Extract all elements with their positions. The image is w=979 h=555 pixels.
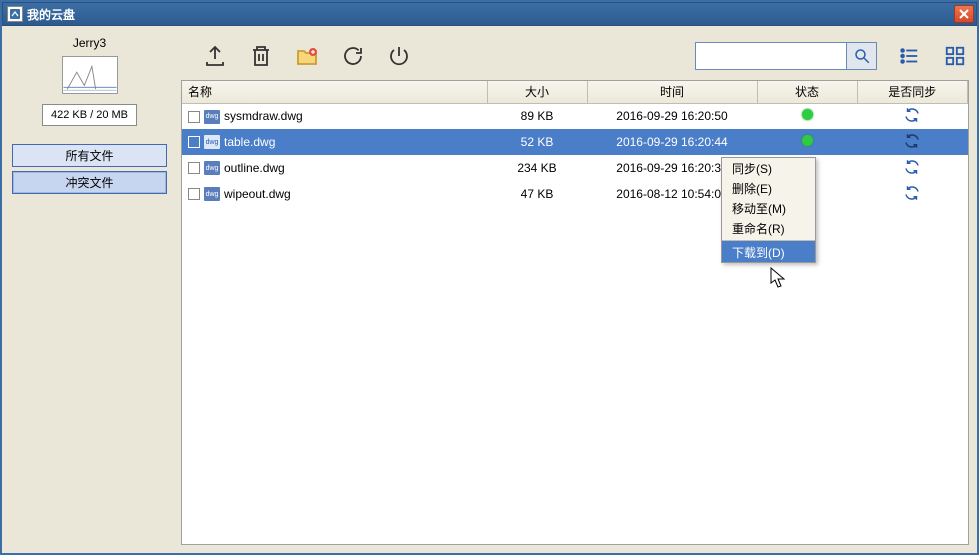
toolbar [181, 32, 969, 80]
file-name: outline.dwg [224, 161, 285, 175]
sidebar: Jerry3 422 KB / 20 MB 所有文件 冲突文件 [2, 26, 177, 553]
file-size: 234 KB [487, 155, 587, 181]
sidebar-btn-label: 冲突文件 [65, 174, 113, 191]
grid-view-icon[interactable] [941, 42, 969, 70]
new-folder-icon[interactable] [293, 42, 321, 70]
table-row[interactable]: dwg sysmdraw.dwg 89 KB2016-09-29 16:20:50 [182, 103, 968, 129]
table-row[interactable]: dwg table.dwg 52 KB2016-09-29 16:20:44 [182, 129, 968, 155]
row-checkbox[interactable] [188, 136, 200, 148]
storage-label: 422 KB / 20 MB [42, 104, 137, 126]
sync-cell[interactable] [857, 103, 968, 129]
col-time[interactable]: 时间 [587, 81, 757, 103]
sidebar-btn-label: 所有文件 [65, 147, 113, 164]
file-name: wipeout.dwg [224, 187, 291, 201]
sync-cell[interactable] [857, 181, 968, 207]
window-title: 我的云盘 [27, 6, 75, 23]
col-sync[interactable]: 是否同步 [857, 81, 968, 103]
file-time: 2016-09-29 16:20:50 [587, 103, 757, 129]
file-name: sysmdraw.dwg [224, 109, 303, 123]
status-dot-green [802, 135, 813, 146]
refresh-icon[interactable] [339, 42, 367, 70]
file-status [757, 103, 857, 129]
sync-cell[interactable] [857, 155, 968, 181]
col-size[interactable]: 大小 [487, 81, 587, 103]
col-name[interactable]: 名称 [182, 81, 487, 103]
search-box [695, 42, 877, 70]
list-view-icon[interactable] [895, 42, 923, 70]
file-time: 2016-09-29 16:20:44 [587, 129, 757, 155]
row-checkbox[interactable] [188, 188, 200, 200]
file-size: 47 KB [487, 181, 587, 207]
close-button[interactable] [954, 5, 974, 23]
dwg-file-icon: dwg [204, 187, 220, 201]
file-table: 名称 大小 时间 状态 是否同步 dwg sysmdraw.dwg 89 KB201… [182, 81, 968, 207]
table-row[interactable]: dwgwipeout.dwg47 KB2016-08-12 10:54:09 [182, 181, 968, 207]
context-menu-item[interactable]: 移动至(M) [722, 198, 815, 218]
sync-cell[interactable] [857, 129, 968, 155]
preview-thumbnail [62, 56, 118, 94]
upload-icon[interactable] [201, 42, 229, 70]
status-dot-green [802, 109, 813, 120]
file-status [757, 129, 857, 155]
sidebar-btn-conflict-files[interactable]: 冲突文件 [12, 171, 167, 194]
row-checkbox[interactable] [188, 162, 200, 174]
search-button[interactable] [846, 43, 876, 69]
titlebar: 我的云盘 [2, 2, 977, 26]
context-menu: 同步(S)删除(E)移动至(M)重命名(R)下载到(D) [721, 157, 816, 263]
context-menu-item[interactable]: 重命名(R) [722, 218, 815, 238]
app-icon [7, 6, 23, 22]
row-checkbox[interactable] [188, 111, 200, 123]
file-table-wrap: 名称 大小 时间 状态 是否同步 dwg sysmdraw.dwg 89 KB201… [181, 80, 969, 545]
file-name: table.dwg [224, 135, 275, 149]
context-menu-item[interactable]: 下载到(D) [722, 240, 815, 262]
delete-icon[interactable] [247, 42, 275, 70]
username-label: Jerry3 [73, 36, 106, 50]
sidebar-btn-all-files[interactable]: 所有文件 [12, 144, 167, 167]
file-size: 89 KB [487, 103, 587, 129]
context-menu-item[interactable]: 同步(S) [722, 158, 815, 178]
power-icon[interactable] [385, 42, 413, 70]
search-input[interactable] [696, 43, 846, 69]
dwg-file-icon: dwg [204, 161, 220, 175]
dwg-file-icon: dwg [204, 135, 220, 149]
table-row[interactable]: dwgoutline.dwg234 KB2016-09-29 16:20:38 [182, 155, 968, 181]
col-status[interactable]: 状态 [757, 81, 857, 103]
dwg-file-icon: dwg [204, 110, 220, 124]
context-menu-item[interactable]: 删除(E) [722, 178, 815, 198]
file-size: 52 KB [487, 129, 587, 155]
